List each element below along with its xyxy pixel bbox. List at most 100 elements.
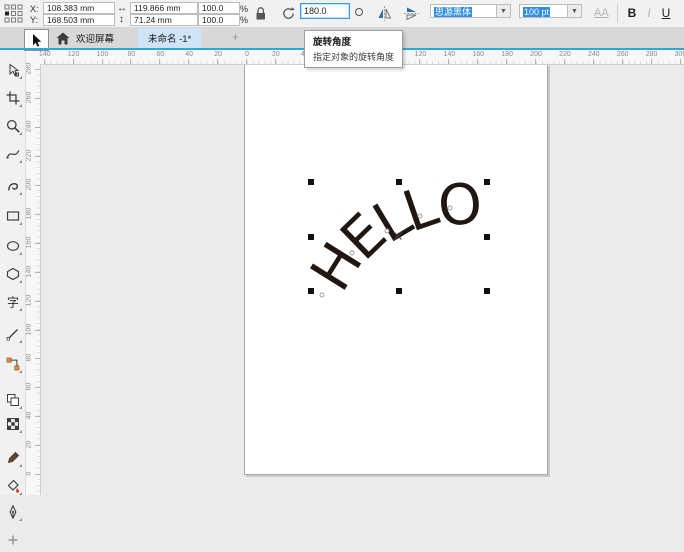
scale-v-field[interactable]: 100.0 [198,14,240,26]
scale-v-percent: % [240,15,248,25]
transparency-tool[interactable] [0,388,25,412]
mirror-vertical-icon[interactable] [403,5,420,22]
h-ruler-tick [419,59,420,64]
flyout-indicator [19,252,22,255]
interactive-fill-tool[interactable] [0,474,25,498]
toolbox: 字 [0,50,26,495]
v-ruler-tick [35,301,40,302]
object-width-field[interactable]: 119.866 mm [130,2,198,14]
zoom-tool[interactable] [0,114,25,138]
italic-button[interactable]: I [641,5,657,22]
text-tool[interactable]: 字 [0,290,25,314]
h-ruler-tick [102,59,103,64]
h-ruler-tick [217,59,218,64]
property-bar: X: Y: 108.383 mm 168.503 mm ↔ ↕ 119.866 … [0,0,684,28]
flyout-indicator [19,340,22,343]
h-ruler-tick [622,59,623,64]
x-label: X: [30,4,39,14]
font-family-dropdown-icon[interactable]: ▼ [497,4,511,18]
home-icon[interactable] [56,32,70,45]
h-ruler-tick [275,59,276,64]
freehand-tool[interactable] [0,142,25,166]
rotation-angle-icon [281,6,296,21]
flyout-indicator [19,280,22,283]
scale-h-field[interactable]: 100.0 [198,2,240,14]
degree-symbol-icon [355,8,363,16]
mirror-horizontal-icon[interactable] [376,5,393,22]
font-size-dropdown-icon[interactable]: ▼ [568,4,582,18]
h-ruler-tick [535,59,536,64]
pick-tool-icon [30,33,43,48]
tab-welcome-screen[interactable]: 欢迎屏幕 [76,28,114,48]
page[interactable] [244,64,548,475]
rectangle-tool[interactable] [0,204,25,228]
v-ruler-tick [35,185,40,186]
v-ruler-tick [35,330,40,331]
flyout-indicator [19,192,22,195]
shape-tool[interactable] [0,58,25,82]
object-height-icon: ↕ [119,14,124,25]
object-height-field[interactable]: 71.24 mm [130,14,198,26]
eyedropper-tool[interactable] [0,446,25,470]
h-ruler-number: 40 [182,51,196,58]
font-family-combo[interactable]: 思源黑体 ▼ [430,4,511,18]
v-ruler-tick [35,387,40,388]
underline-button[interactable]: U [658,5,674,22]
separator [617,4,618,23]
artistic-media-tool[interactable] [0,174,25,198]
x-position-field[interactable]: 108.383 mm [43,2,115,14]
h-ruler-tick [593,59,594,64]
h-ruler-tick [448,59,449,64]
flyout-indicator [19,464,22,467]
v-ruler-number: 40 [26,409,33,423]
flyout-indicator [19,222,22,225]
v-ruler-tick [35,127,40,128]
smart-drawing-tool[interactable] [0,322,25,346]
h-ruler-number: 80 [124,51,138,58]
h-ruler-number: 220 [558,51,572,58]
v-ruler-number: 20 [26,438,33,452]
v-ruler-tick [35,98,40,99]
crop-tool[interactable] [0,86,25,110]
h-ruler-tick [159,59,160,64]
new-document-tab-button[interactable]: + [232,30,239,44]
tab-document[interactable]: 未命名 -1* [138,28,201,48]
h-ruler-number: 140 [442,51,456,58]
object-position-grid-icon[interactable] [4,4,23,23]
v-ruler-number: 100 [26,322,33,336]
rotation-angle-field[interactable]: 180.0 [300,3,350,19]
object-width-icon: ↔ [117,3,127,14]
outline-pen-tool[interactable] [0,500,25,524]
v-ruler-tick [35,69,40,70]
bold-button[interactable]: B [624,5,640,22]
add-tools-button[interactable] [0,528,25,552]
flyout-indicator [19,132,22,135]
h-ruler-number: 300 [674,51,684,58]
v-ruler-tick [35,358,40,359]
pattern-fill-tool[interactable] [0,412,25,436]
ellipse-tool[interactable] [0,234,25,258]
h-ruler-tick [44,59,45,64]
h-ruler-tick [506,59,507,64]
h-ruler-number: 0 [240,51,254,58]
h-ruler-number: 140 [38,51,52,58]
canvas-area[interactable]: HELLO [40,64,684,495]
polygon-tool[interactable] [0,262,25,286]
vertical-ruler[interactable]: 280260240220200180160140120100806040200 [25,64,41,495]
lock-ratio-icon[interactable] [254,6,267,21]
font-size-combo[interactable]: 100 pt ▼ [519,4,582,18]
coreldraw-window: X: Y: 108.383 mm 168.503 mm ↔ ↕ 119.866 … [0,0,684,495]
font-steps-button[interactable]: AA [594,7,609,19]
font-size-field: 100 pt [519,4,568,18]
v-ruler-number: 120 [26,293,33,307]
h-ruler-number: 20 [211,51,225,58]
y-position-field[interactable]: 168.503 mm [43,14,115,26]
flyout-indicator [19,104,22,107]
v-ruler-number: 200 [26,178,33,192]
v-ruler-number: 220 [26,149,33,163]
font-size-value: 100 pt [523,7,550,17]
h-ruler-tick [188,59,189,64]
connector-tool[interactable] [0,352,25,376]
scale-h-percent: % [240,4,248,14]
h-ruler-tick [246,59,247,64]
